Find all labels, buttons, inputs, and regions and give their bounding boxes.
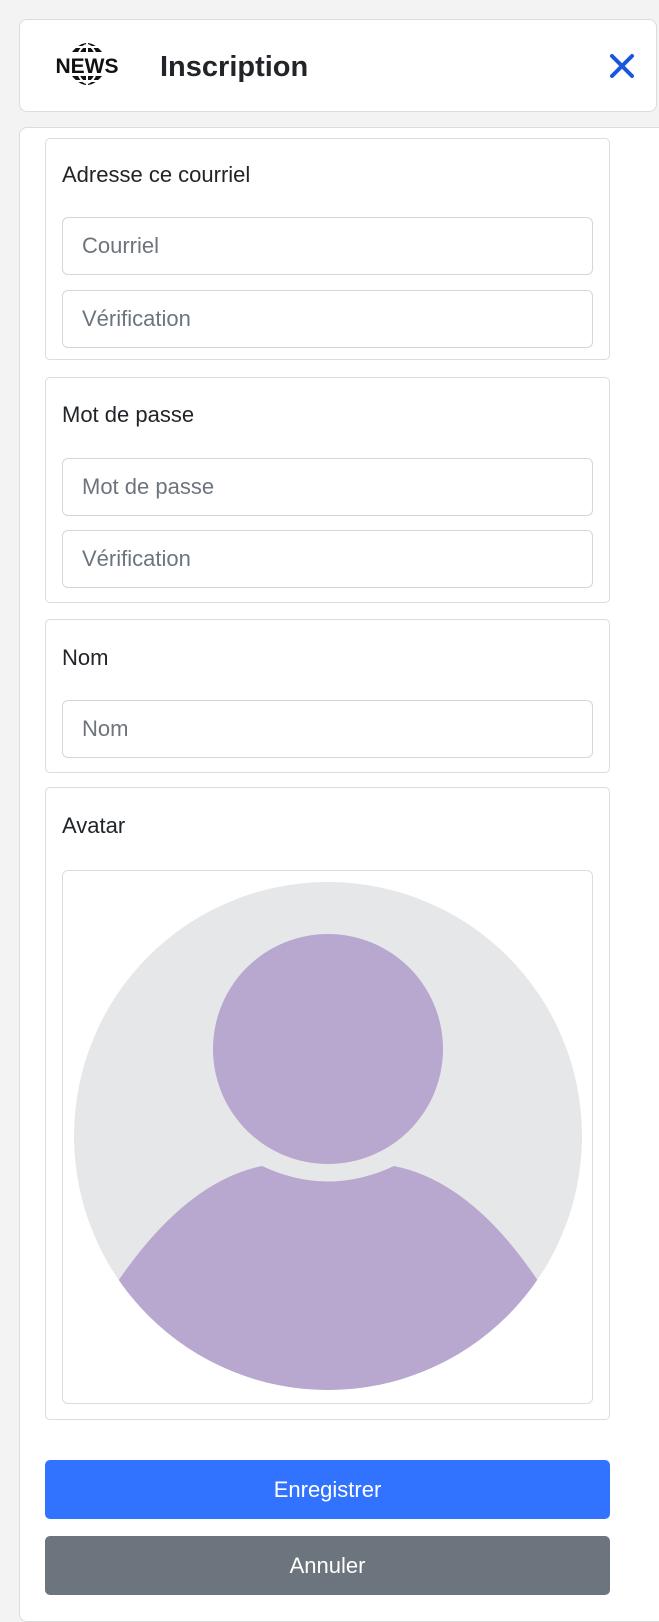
password-group: Mot de passe — [45, 377, 610, 603]
page-title: Inscription — [160, 51, 309, 83]
password-field[interactable] — [62, 458, 593, 516]
name-group: Nom — [45, 619, 610, 773]
default-avatar-icon — [74, 882, 582, 1390]
modal-header: NEWS Inscription — [19, 19, 657, 112]
avatar-group: Avatar — [45, 787, 610, 1420]
email-field[interactable] — [62, 217, 593, 275]
logo-text: NEWS — [56, 55, 119, 78]
password-verification-field[interactable] — [62, 530, 593, 588]
avatar-picker[interactable] — [62, 870, 593, 1404]
name-group-label: Nom — [62, 645, 109, 670]
password-group-label: Mot de passe — [62, 402, 195, 427]
close-icon[interactable] — [608, 52, 636, 80]
email-verification-field[interactable] — [62, 290, 593, 348]
email-group-label: Adresse ce courriel — [62, 162, 251, 187]
cancel-button[interactable]: Annuler — [45, 1536, 610, 1595]
name-field[interactable] — [62, 700, 593, 758]
news-logo-icon: NEWS — [56, 39, 119, 89]
email-group: Adresse ce courriel — [45, 138, 610, 360]
save-button[interactable]: Enregistrer — [45, 1460, 610, 1519]
avatar-group-label: Avatar — [62, 813, 126, 838]
